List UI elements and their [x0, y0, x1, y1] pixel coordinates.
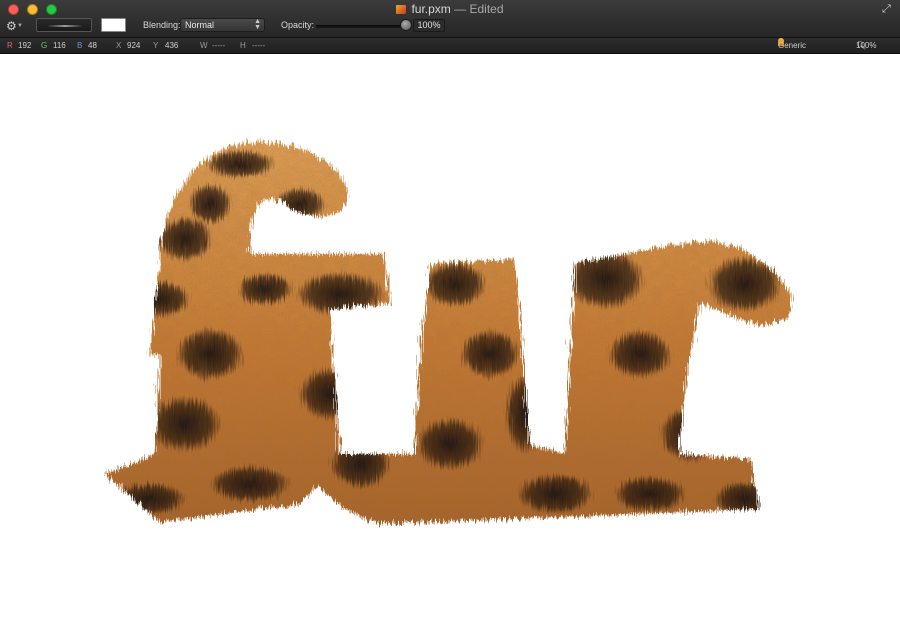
chevron-down-icon: ▼ — [17, 23, 23, 29]
blue-channel-value: 48 — [88, 41, 97, 50]
fullscreen-icon[interactable]: ⤢ — [882, 3, 894, 15]
y-coordinate-label: Y — [153, 41, 159, 50]
x-coordinate-label: X — [116, 41, 122, 50]
y-coordinate-value: 436 — [165, 41, 179, 50]
document-filename: fur.pxm — [411, 2, 451, 16]
fur-text-artwork: fur — [105, 141, 793, 524]
title-separator: — — [454, 2, 467, 16]
opacity-label: Opacity: — [281, 20, 315, 30]
height-value: ----- — [252, 41, 266, 50]
app-window: fur.pxm — Edited ⤢ ⚙ ▼ Blending: Normal … — [0, 0, 900, 618]
green-channel-label: G — [41, 41, 48, 50]
blue-channel-label: B — [77, 41, 83, 50]
height-label: H — [240, 41, 246, 50]
opacity-slider[interactable] — [316, 25, 406, 28]
red-channel-value: 192 — [18, 41, 32, 50]
blending-label: Blending: — [143, 20, 181, 30]
x-coordinate-value: 924 — [127, 41, 141, 50]
width-label: W — [200, 41, 208, 50]
opacity-value-field[interactable]: 100% — [413, 19, 445, 32]
document-icon — [396, 5, 407, 14]
color-swatch[interactable] — [101, 18, 126, 32]
green-channel-value: 116 — [53, 41, 66, 50]
zoom-value: 100% — [856, 41, 877, 50]
red-channel-label: R — [7, 41, 13, 50]
brush-preset-picker[interactable] — [36, 18, 92, 32]
gear-icon[interactable]: ⚙ — [6, 19, 17, 33]
document-status: Edited — [469, 2, 504, 16]
title-bar: fur.pxm — Edited ⤢ ⚙ ▼ Blending: Normal … — [0, 0, 900, 38]
select-arrows-icon: ▲ ▼ — [254, 18, 261, 31]
document-canvas[interactable]: fur — [0, 54, 900, 618]
blending-mode-select[interactable]: Normal ▲ ▼ — [180, 18, 265, 32]
blending-mode-value: Normal — [185, 20, 215, 30]
info-bar: R 192 G 116 B 48 X 924 Y 436 W ----- H -… — [0, 38, 900, 65]
width-value: ----- — [212, 41, 226, 50]
opacity-slider-knob[interactable] — [401, 20, 411, 30]
fur-letters-group — [105, 141, 793, 524]
window-title: fur.pxm — Edited — [0, 2, 900, 16]
tool-options-bar: ⚙ ▼ Blending: Normal ▲ ▼ Opacity: 100% — [0, 16, 900, 38]
